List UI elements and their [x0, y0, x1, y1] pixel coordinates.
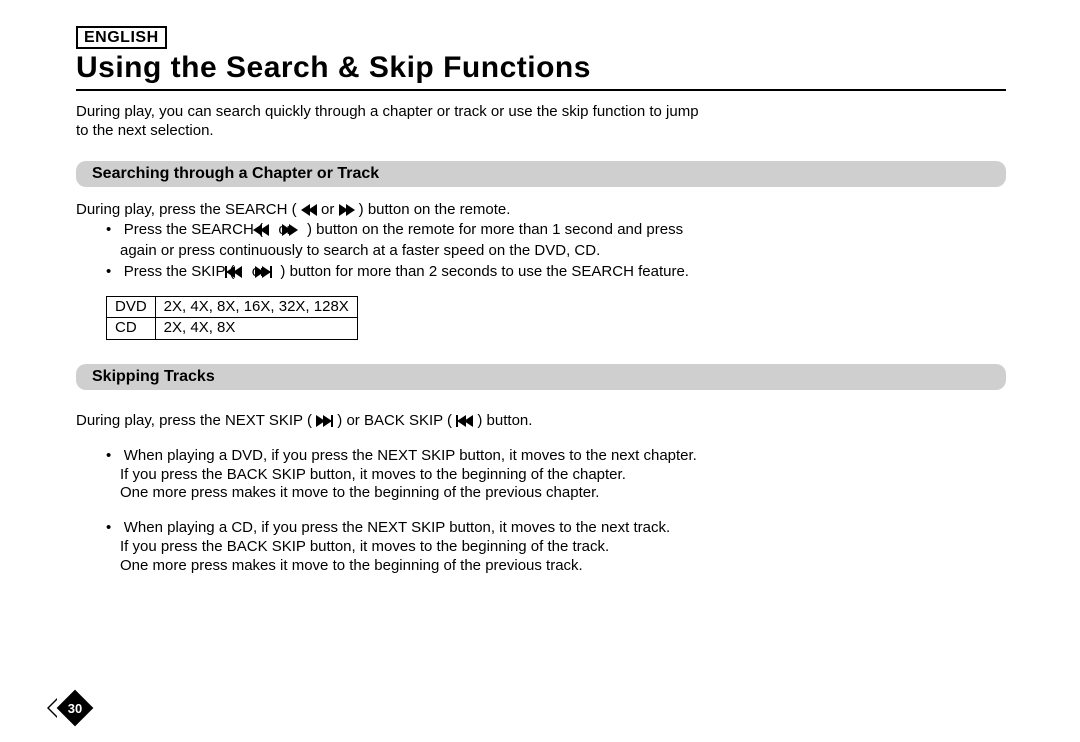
search-b2-c: ) button for more than 2 seconds to use …: [280, 263, 689, 280]
skip-lead-c: ) button.: [477, 412, 532, 429]
page-number: 30: [55, 688, 95, 728]
search-b1-c: ) button on the remote for more than 1 s…: [307, 221, 683, 238]
page-number-badge: 30: [55, 688, 95, 728]
table-cell-media: DVD: [107, 296, 156, 318]
table-row: DVD 2X, 4X, 8X, 16X, 32X, 128X: [107, 296, 358, 318]
skip-cd-l3: One more press makes it move to the begi…: [120, 557, 583, 574]
skip-lead-a: During play, press the NEXT SKIP (: [76, 412, 312, 429]
search-b1-a: Press the SEARCH (: [124, 221, 263, 238]
search-b2-a: Press the SKIP (: [124, 263, 235, 280]
search-bullet-1: Press the SEARCH ( or ) button on the re…: [106, 221, 1006, 261]
language-badge: ENGLISH: [76, 26, 167, 49]
skip-dvd-l2: If you press the BACK SKIP button, it mo…: [120, 466, 626, 483]
search-lead-c: ) button on the remote.: [359, 201, 511, 218]
skip-cd-l2: If you press the BACK SKIP button, it mo…: [120, 538, 609, 555]
skip-cd-l1: When playing a CD, if you press the NEXT…: [124, 519, 670, 536]
section-search-body: During play, press the SEARCH ( or ) but…: [76, 201, 1006, 341]
table-cell-media: CD: [107, 318, 156, 340]
skip-back-icon: [239, 265, 248, 284]
section-heading-search: Searching through a Chapter or Track: [76, 161, 1006, 187]
page-title: Using the Search & Skip Functions: [76, 51, 1006, 85]
table-cell-speeds: 2X, 4X, 8X: [155, 318, 357, 340]
intro-line-1: During play, you can search quickly thro…: [76, 103, 699, 120]
table-row: CD 2X, 4X, 8X: [107, 318, 358, 340]
skip-dvd-l3: One more press makes it move to the begi…: [120, 484, 599, 501]
fast-forward-icon: [296, 223, 303, 242]
section-skip-body: During play, press the NEXT SKIP ( ) or …: [76, 404, 1006, 575]
search-speed-table: DVD 2X, 4X, 8X, 16X, 32X, 128X CD 2X, 4X…: [106, 296, 358, 341]
search-lead-a: During play, press the SEARCH (: [76, 201, 297, 218]
search-bullet-2: Press the SKIP ( or ) button for more th…: [106, 263, 1006, 284]
section-heading-skip: Skipping Tracks: [76, 364, 1006, 390]
skip-forward-icon: [269, 265, 276, 284]
intro-text: During play, you can search quickly thro…: [76, 103, 1006, 141]
skip-dvd-l1: When playing a DVD, if you press the NEX…: [124, 447, 697, 464]
skip-back-icon: [456, 414, 473, 433]
skip-bullet-dvd: When playing a DVD, if you press the NEX…: [106, 447, 1006, 503]
search-lead-b: or: [321, 201, 339, 218]
skip-forward-icon: [316, 414, 333, 433]
rewind-icon: [267, 223, 274, 242]
fast-forward-icon: [339, 203, 355, 222]
intro-line-2: to the next selection.: [76, 122, 214, 139]
title-rule: [76, 89, 1006, 91]
rewind-icon: [301, 203, 317, 222]
table-cell-speeds: 2X, 4X, 8X, 16X, 32X, 128X: [155, 296, 357, 318]
skip-bullet-cd: When playing a CD, if you press the NEXT…: [106, 519, 1006, 575]
search-b1-l2: again or press continuously to search at…: [120, 242, 600, 259]
skip-lead-b: ) or BACK SKIP (: [337, 412, 452, 429]
manual-page: ENGLISH Using the Search & Skip Function…: [0, 0, 1080, 742]
